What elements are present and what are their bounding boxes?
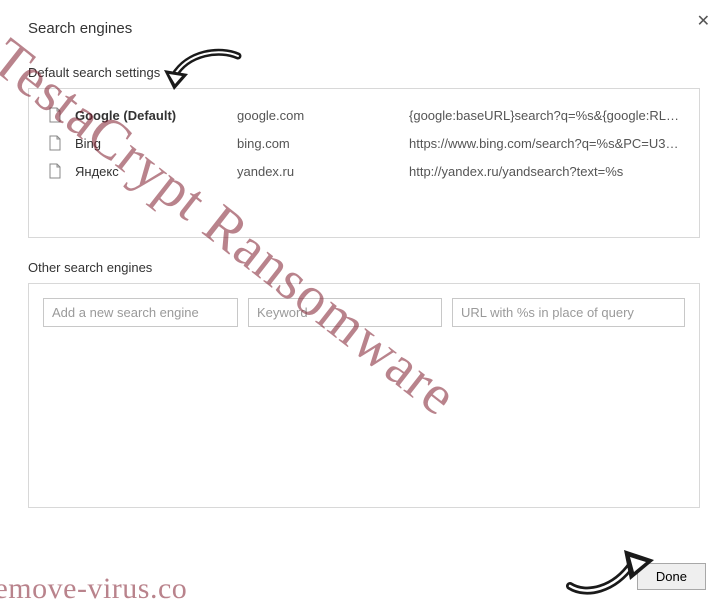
page-icon <box>47 163 63 179</box>
dialog-title: Search engines <box>28 20 700 37</box>
engine-keyword: google.com <box>237 108 397 123</box>
default-search-section-label: Default search settings <box>28 65 700 80</box>
new-engine-name-input[interactable] <box>43 298 238 327</box>
other-search-section-label: Other search engines <box>28 260 700 275</box>
engine-row[interactable]: Яндекс yandex.ru http://yandex.ru/yandse… <box>43 157 685 185</box>
add-engine-row <box>43 298 685 327</box>
default-search-panel: Google (Default) google.com {google:base… <box>28 88 700 238</box>
engine-row[interactable]: Google (Default) google.com {google:base… <box>43 101 685 129</box>
engine-name: Bing <box>75 136 225 151</box>
page-icon <box>47 135 63 151</box>
engine-keyword: bing.com <box>237 136 397 151</box>
new-engine-url-input[interactable] <box>452 298 685 327</box>
close-button[interactable]: ✕ <box>697 14 710 30</box>
close-icon: ✕ <box>697 13 710 30</box>
engine-url: http://yandex.ru/yandsearch?text=%s <box>409 164 681 179</box>
engine-name: Яндекс <box>75 164 225 179</box>
page-icon <box>47 107 63 123</box>
done-button[interactable]: Done <box>637 563 706 590</box>
engine-url: {google:baseURL}search?q=%s&{google:RLZ}… <box>409 108 681 123</box>
search-engines-dialog: Search engines ✕ Default search settings… <box>0 0 728 612</box>
engine-name: Google (Default) <box>75 108 225 123</box>
engine-row[interactable]: Bing bing.com https://www.bing.com/searc… <box>43 129 685 157</box>
engine-url: https://www.bing.com/search?q=%s&PC=U316… <box>409 136 681 151</box>
other-search-panel <box>28 283 700 508</box>
new-engine-keyword-input[interactable] <box>248 298 442 327</box>
engine-keyword: yandex.ru <box>237 164 397 179</box>
